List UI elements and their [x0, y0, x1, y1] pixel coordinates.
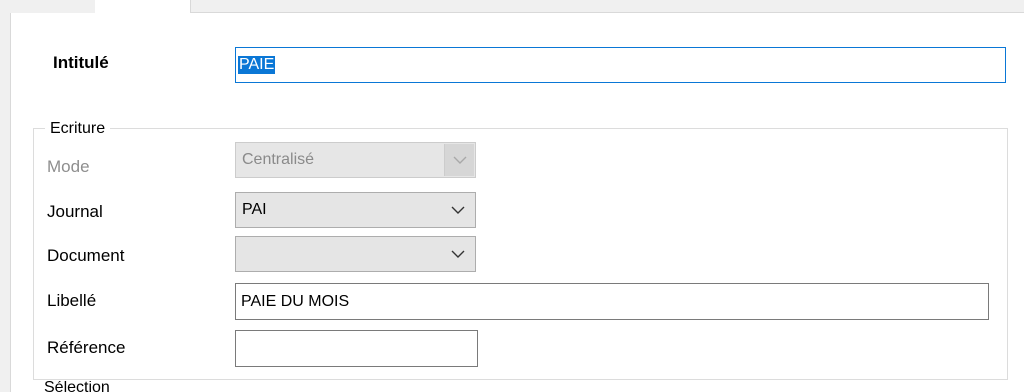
document-label: Document — [47, 246, 125, 265]
journal-select[interactable]: PAI — [235, 192, 476, 228]
reference-label: Référence — [47, 338, 126, 357]
chevron-down-icon — [444, 144, 474, 176]
mode-value: Centralisé — [242, 151, 315, 168]
reference-input[interactable] — [235, 330, 478, 367]
libelle-value: PAIE DU MOIS — [241, 292, 350, 310]
active-tab[interactable] — [95, 0, 191, 14]
mode-select: Centralisé — [235, 142, 476, 178]
intitule-label: Intitulé — [53, 53, 109, 72]
intitule-input[interactable]: PAIE — [235, 47, 1006, 83]
chevron-down-icon[interactable] — [441, 193, 475, 227]
mode-label: Mode — [47, 157, 90, 176]
ecriture-group — [33, 128, 1008, 380]
document-select[interactable] — [235, 236, 476, 272]
intitule-value: PAIE — [238, 56, 276, 74]
selection-legend: Sélection — [44, 381, 110, 392]
tab-strip — [0, 0, 1024, 14]
journal-label: Journal — [47, 202, 103, 221]
journal-value: PAI — [242, 201, 267, 218]
chevron-down-icon[interactable] — [441, 237, 475, 271]
libelle-label: Libellé — [47, 291, 97, 310]
ecriture-legend: Ecriture — [45, 119, 111, 139]
libelle-input[interactable]: PAIE DU MOIS — [235, 283, 989, 320]
